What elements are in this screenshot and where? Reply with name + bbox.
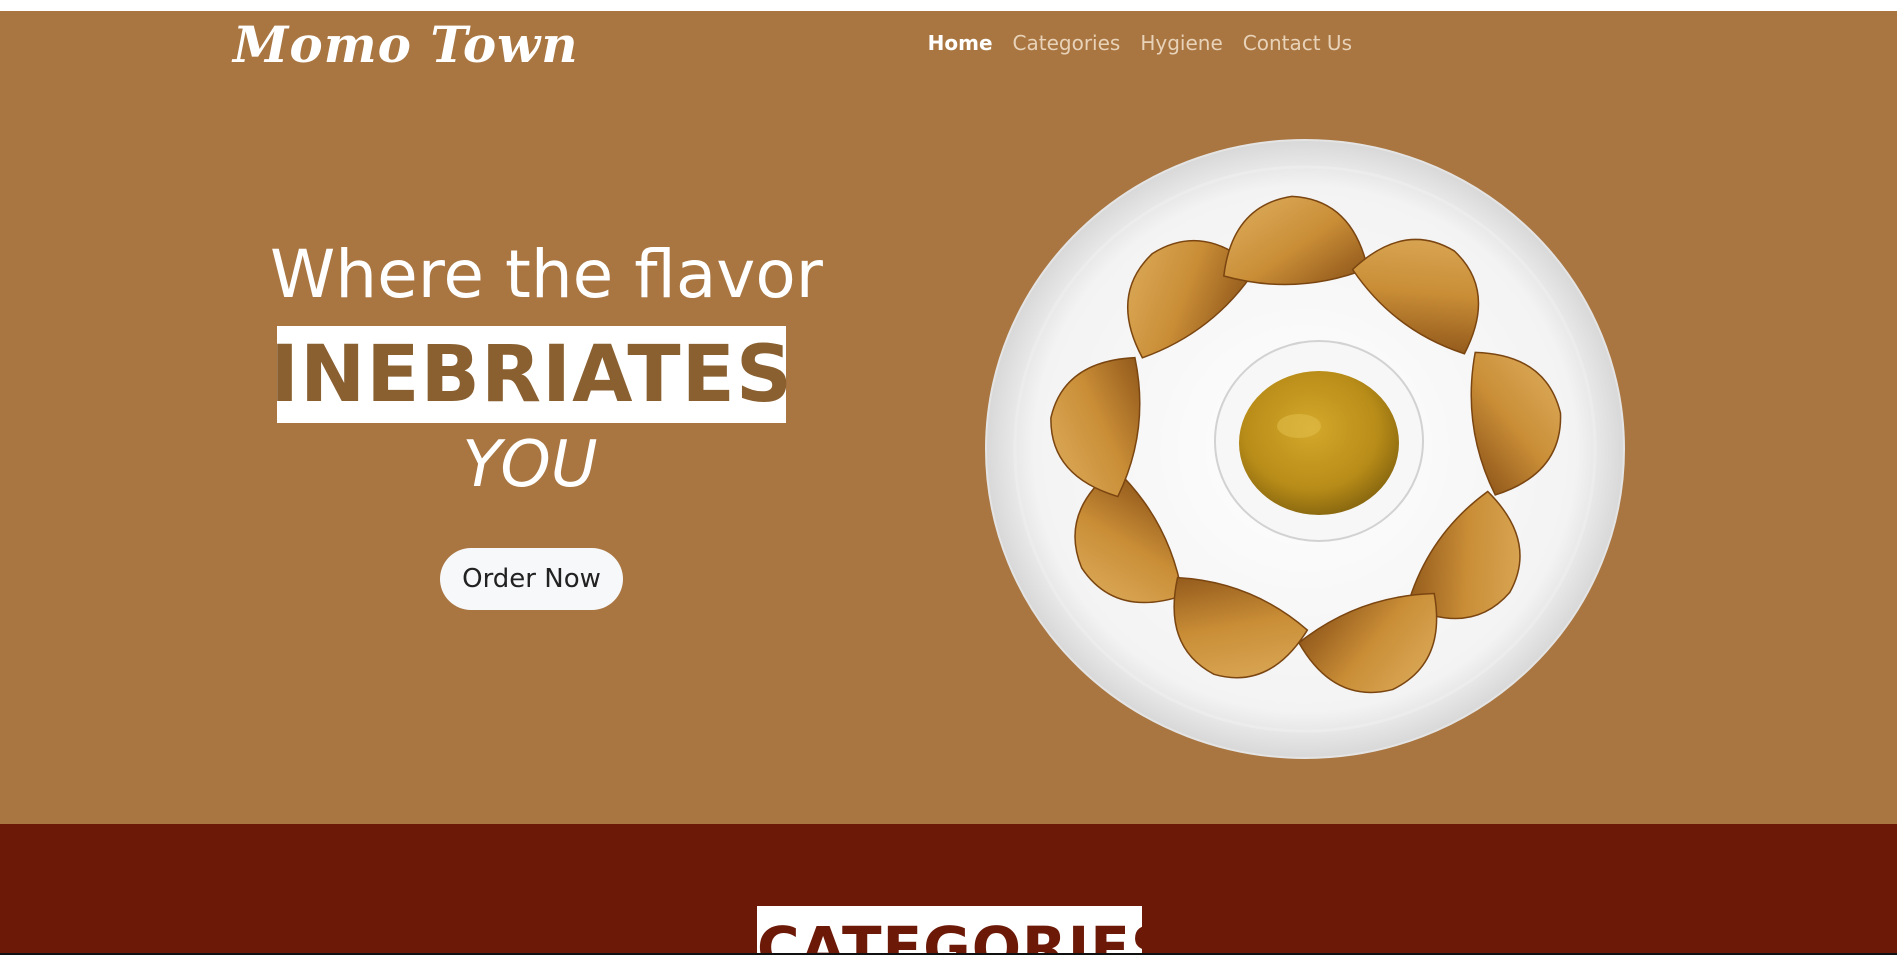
categories-title-box: CATEGORIES — [757, 906, 1142, 955]
main-nav: Home Categories Hygiene Contact Us — [928, 31, 1352, 55]
nav-link-categories[interactable]: Categories — [1013, 31, 1121, 55]
categories-title: CATEGORIES — [757, 914, 1142, 955]
page: Momo Town Home Categories Hygiene Contac… — [0, 0, 1897, 955]
hero-highlight-box: INEBRIATES — [270, 326, 792, 423]
hero-highlight-text: INEBRIATES — [269, 329, 794, 420]
sauce-bowl — [1214, 340, 1424, 542]
nav-link-home[interactable]: Home — [928, 31, 993, 55]
nav-link-hygiene[interactable]: Hygiene — [1140, 31, 1222, 55]
order-now-button[interactable]: Order Now — [440, 548, 623, 610]
brand-logo[interactable]: Momo Town — [233, 15, 579, 74]
hero-headline-line3: YOU — [462, 428, 598, 502]
momo-plate-illustration — [985, 139, 1625, 759]
nav-link-contact-us[interactable]: Contact Us — [1243, 31, 1352, 55]
top-strip — [0, 0, 1897, 11]
momo-plate-image — [984, 138, 1626, 760]
hero-headline-line1: Where the flavor — [270, 236, 823, 313]
